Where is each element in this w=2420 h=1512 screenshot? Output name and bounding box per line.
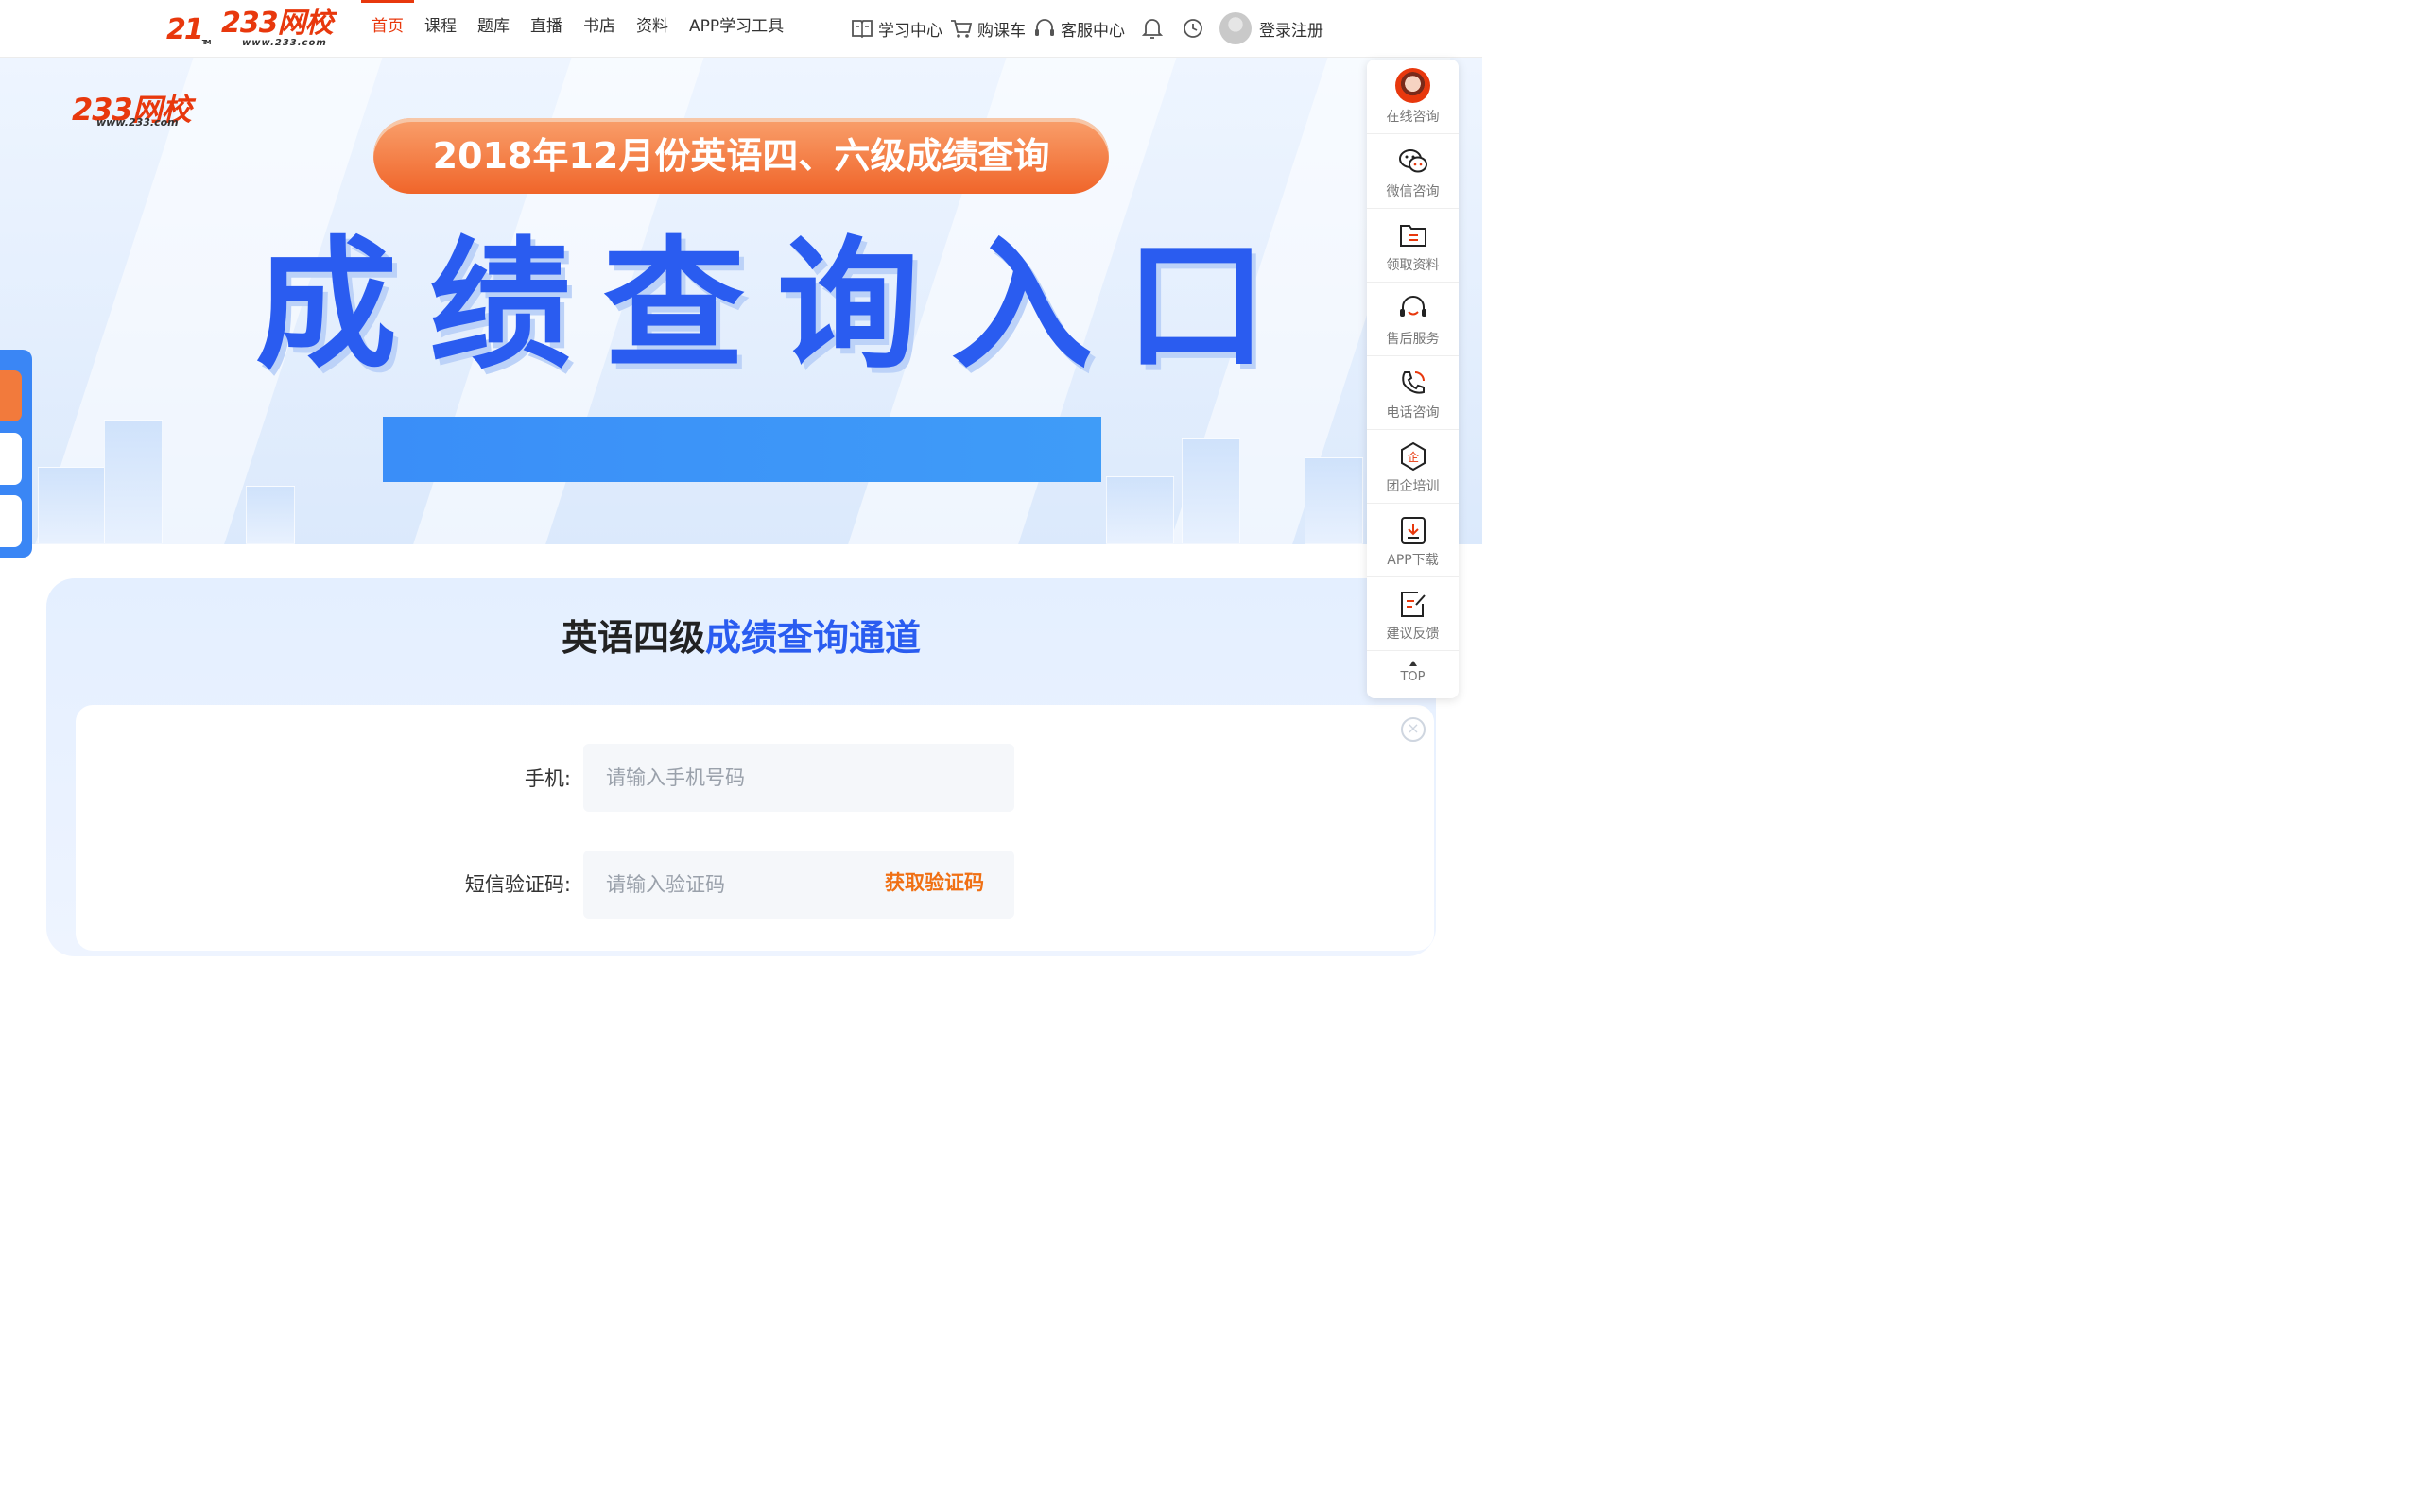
right-sidebar: 在线咨询 微信咨询 领取资料 售后服务 电话咨询 企 团企培训 APP下载 建议… (1367, 60, 1459, 698)
login-register-link[interactable]: 登录注册 (1259, 17, 1323, 41)
folder-icon (1400, 225, 1426, 247)
history-button[interactable] (1182, 17, 1204, 40)
sidebar-item-enterprise[interactable]: 企 团企培训 (1367, 429, 1459, 504)
cart-icon (951, 20, 973, 38)
close-sidebar-button[interactable]: × (1401, 717, 1426, 742)
consultant-avatar (1395, 68, 1430, 103)
clock-icon (1184, 19, 1202, 38)
sidebar-item-label: 电话咨询 (1386, 405, 1440, 421)
phone-icon (1402, 371, 1425, 394)
study-center-label: 学习中心 (878, 21, 942, 41)
nav-question-bank[interactable]: 题库 (467, 0, 520, 57)
logo-brand: 233网校 (221, 7, 334, 40)
arrow-up-icon (1409, 661, 1417, 666)
banner-logo-url: www.233.com (96, 116, 179, 129)
headset-icon (1035, 19, 1054, 36)
download-icon (1401, 517, 1426, 544)
user-avatar[interactable] (1219, 12, 1252, 44)
svg-text:企: 企 (1408, 450, 1419, 464)
back-to-top-button[interactable]: TOP (1367, 653, 1459, 684)
get-code-button[interactable]: 获取验证码 (885, 868, 984, 896)
banner-building (104, 420, 163, 544)
banner-subtitle-pill: 2018年12月份英语四、六级成绩查询 (373, 118, 1109, 194)
banner-building (1182, 438, 1240, 544)
sidebar-item-label: APP下载 (1387, 553, 1439, 568)
hero-banner: 233网校 www.233.com 2018年12月份英语四、六级成绩查询 成绩… (0, 58, 1482, 544)
sidebar-item-label: 团企培训 (1386, 479, 1440, 494)
logo-url: www.233.com (242, 38, 327, 48)
left-float-panel (0, 350, 32, 558)
sidebar-item-label: 建议反馈 (1386, 627, 1440, 642)
phone-input[interactable] (583, 744, 1014, 812)
logo-21-text: 21 (166, 13, 204, 46)
left-float-tab[interactable] (0, 370, 22, 421)
enterprise-icon: 企 (1401, 441, 1426, 472)
query-title-prefix: 英语四级 (561, 617, 705, 659)
banner-building (246, 486, 295, 544)
close-icon: × (1407, 719, 1420, 737)
nav-courses[interactable]: 课程 (414, 0, 467, 57)
sidebar-item-phone[interactable]: 电话咨询 (1367, 355, 1459, 430)
banner-title: 成绩查询入口 (255, 224, 1300, 388)
sidebar-item-online-consult[interactable]: 在线咨询 (1367, 60, 1459, 134)
sidebar-item-materials[interactable]: 领取资料 (1367, 208, 1459, 283)
bell-icon (1142, 19, 1163, 39)
nav-app-tools[interactable]: APP学习工具 (679, 0, 794, 57)
notification-button[interactable] (1142, 17, 1163, 40)
sidebar-item-app-download[interactable]: APP下载 (1367, 503, 1459, 577)
cart-link[interactable]: 购课车 (950, 17, 1026, 41)
nav-live[interactable]: 直播 (520, 0, 573, 57)
logo-tm: TM (201, 39, 212, 46)
service-center-label: 客服中心 (1061, 21, 1125, 41)
sidebar-item-label: 领取资料 (1386, 258, 1440, 273)
banner-building (1106, 476, 1174, 544)
top-nav: 21TM 233网校 www.233.com 首页 课程 题库 直播 书店 资料… (0, 0, 1482, 58)
nav-tools: 学习中心 购课车 客服中心 登录注册 (851, 0, 1323, 57)
query-section-title: 英语四级成绩查询通道 (0, 609, 1482, 661)
21-logo[interactable]: 21TM (166, 13, 212, 46)
banner-building (1305, 457, 1363, 544)
cart-label: 购课车 (977, 21, 1026, 41)
sidebar-item-after-sales[interactable]: 售后服务 (1367, 282, 1459, 356)
left-float-tab[interactable] (0, 433, 22, 485)
sms-code-label: 短信验证码: (464, 873, 571, 896)
feedback-icon (1401, 592, 1426, 617)
site-logo[interactable]: 233网校 www.233.com (221, 8, 354, 51)
service-center-link[interactable]: 客服中心 (1033, 17, 1125, 41)
banner-blue-bar (383, 417, 1101, 482)
sidebar-item-label: 在线咨询 (1386, 110, 1440, 125)
query-title-highlight: 成绩查询通道 (705, 617, 922, 659)
sidebar-item-label: 售后服务 (1386, 332, 1440, 347)
wechat-icon (1399, 149, 1427, 173)
sidebar-item-label: 微信咨询 (1386, 184, 1440, 199)
banner-logo: 233网校 www.233.com (72, 86, 192, 129)
main-nav: 首页 课程 题库 直播 书店 资料 APP学习工具 (361, 0, 794, 57)
book-icon (852, 20, 873, 39)
nav-materials[interactable]: 资料 (626, 0, 679, 57)
sidebar-item-feedback[interactable]: 建议反馈 (1367, 576, 1459, 651)
banner-building (38, 467, 106, 544)
left-float-tab[interactable] (0, 495, 22, 547)
back-to-top-label: TOP (1400, 670, 1426, 684)
sidebar-item-wechat[interactable]: 微信咨询 (1367, 134, 1459, 209)
nav-home[interactable]: 首页 (361, 0, 414, 57)
headset-icon (1400, 296, 1426, 317)
study-center-link[interactable]: 学习中心 (851, 17, 942, 41)
phone-label: 手机: (524, 767, 571, 790)
nav-bookstore[interactable]: 书店 (573, 0, 626, 57)
